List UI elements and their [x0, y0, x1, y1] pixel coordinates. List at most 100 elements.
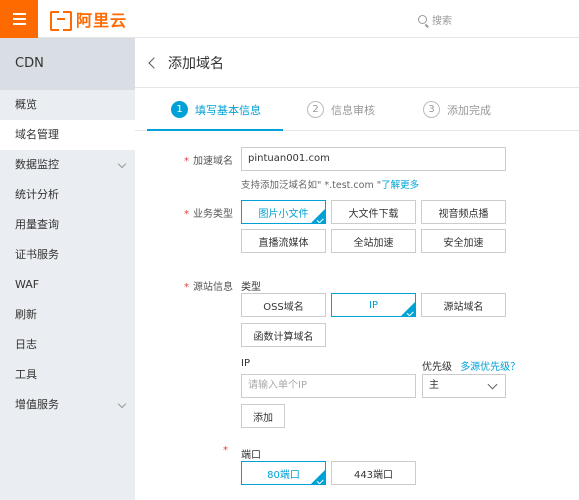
main-content: 添加域名 1 填写基本信息 2 信息审核 3 添加完成 * 加速域名 pintua…	[135, 38, 579, 500]
step-2: 2 信息审核	[307, 101, 375, 118]
sidebar-item-data-monitoring[interactable]: 数据监控	[0, 150, 135, 180]
search-label: 搜索	[432, 16, 452, 27]
port-option-80[interactable]: 80端口	[241, 461, 326, 485]
check-icon	[316, 215, 324, 223]
step-number: 3	[423, 101, 440, 118]
port-option-443[interactable]: 443端口	[331, 461, 416, 485]
sidebar-item-refresh[interactable]: 刷新	[0, 300, 135, 330]
sidebar-item-label: 概览	[15, 98, 37, 111]
option-label: 源站域名	[443, 301, 484, 313]
domain-hint: 支持添加泛域名如" *.test.com "了解更多	[241, 177, 419, 191]
aliyun-logo-icon	[50, 11, 72, 31]
sidebar-item-label: 域名管理	[15, 128, 59, 141]
sidebar-item-label: 刷新	[15, 308, 37, 321]
chevron-down-icon	[487, 379, 498, 390]
domain-label-text: 加速域名	[193, 156, 233, 167]
sidebar-item-label: 工具	[15, 368, 37, 381]
search-icon	[418, 15, 427, 24]
active-step-underline	[147, 129, 283, 131]
sidebar-item-statistics[interactable]: 统计分析	[0, 180, 135, 210]
sidebar-item-overview[interactable]: 概览	[0, 90, 135, 120]
sidebar: CDN 概览 域名管理 数据监控 统计分析 用量查询 证书服务 WAF 刷新 日…	[0, 38, 135, 500]
required-mark: *	[184, 156, 189, 167]
business-option-secure[interactable]: 安全加速	[421, 229, 506, 253]
chevron-down-icon	[117, 159, 127, 169]
sidebar-item-usage[interactable]: 用量查询	[0, 210, 135, 240]
step-1: 1 填写基本信息	[171, 101, 261, 118]
chevron-down-icon	[117, 399, 127, 409]
logo[interactable]: 阿里云	[50, 9, 128, 31]
sidebar-item-label: WAF	[15, 278, 40, 291]
back-arrow-icon[interactable]	[148, 56, 160, 69]
option-label: 安全加速	[443, 237, 484, 249]
option-label: OSS域名	[263, 301, 304, 313]
required-mark: *	[184, 209, 189, 220]
business-option-live-streaming[interactable]: 直播流媒体	[241, 229, 326, 253]
port-required-mark: *	[135, 445, 233, 456]
option-label: 函数计算域名	[253, 331, 314, 343]
option-label: 图片小文件	[258, 208, 309, 220]
priority-select[interactable]: 主	[422, 374, 506, 398]
step-label: 信息审核	[331, 103, 375, 117]
page-header: 添加域名	[135, 38, 579, 88]
business-option-large-file-download[interactable]: 大文件下载	[331, 200, 416, 224]
logo-text: 阿里云	[76, 11, 128, 30]
step-number: 2	[307, 101, 324, 118]
required-mark: *	[223, 445, 228, 456]
multi-origin-priority-link[interactable]: 多源优先级？	[460, 362, 520, 373]
learn-more-link[interactable]: 了解更多	[381, 180, 419, 191]
origin-info-label: * 源站信息	[143, 278, 233, 293]
ip-label: IP	[241, 358, 250, 369]
step-number: 1	[171, 101, 188, 118]
add-ip-button[interactable]: 添加	[241, 404, 285, 428]
option-label: IP	[369, 299, 378, 311]
menu-icon[interactable]	[0, 0, 38, 38]
sidebar-item-waf[interactable]: WAF	[0, 270, 135, 300]
option-label: 视音频点播	[438, 208, 489, 220]
sidebar-item-tools[interactable]: 工具	[0, 360, 135, 390]
sidebar-item-label: 统计分析	[15, 188, 59, 201]
origin-type-domain[interactable]: 源站域名	[421, 293, 506, 317]
required-mark: *	[184, 282, 189, 293]
check-icon	[406, 308, 414, 316]
origin-type-ip[interactable]: IP	[331, 293, 416, 317]
option-label: 全站加速	[353, 237, 394, 249]
step-label: 添加完成	[447, 103, 491, 117]
step-indicator: 1 填写基本信息 2 信息审核 3 添加完成	[135, 88, 579, 131]
option-label: 直播流媒体	[258, 237, 309, 249]
sidebar-item-domain-management[interactable]: 域名管理	[0, 120, 135, 150]
option-label: 443端口	[353, 469, 394, 481]
port-label: 端口	[241, 450, 261, 461]
step-label: 填写基本信息	[195, 103, 261, 117]
check-icon	[316, 476, 324, 484]
option-label: 大文件下载	[348, 208, 399, 220]
search-button[interactable]: 搜索	[418, 12, 452, 27]
sidebar-item-certificates[interactable]: 证书服务	[0, 240, 135, 270]
sidebar-item-label: 增值服务	[15, 398, 59, 411]
sidebar-item-label: 用量查询	[15, 218, 59, 231]
sidebar-item-logs[interactable]: 日志	[0, 330, 135, 360]
page-title: 添加域名	[168, 55, 224, 72]
sidebar-title: CDN	[0, 38, 135, 90]
sidebar-item-label: 日志	[15, 338, 37, 351]
sidebar-item-value-added[interactable]: 增值服务	[0, 390, 135, 420]
origin-info-label-text: 源站信息	[193, 282, 233, 293]
origin-type-oss[interactable]: OSS域名	[241, 293, 326, 317]
domain-input[interactable]: pintuan001.com	[241, 147, 506, 171]
business-option-image-small-file[interactable]: 图片小文件	[241, 200, 326, 224]
priority-label: 优先级 多源优先级？	[422, 358, 520, 373]
ip-input[interactable]: 请输入单个IP	[241, 374, 416, 398]
origin-type-label: 类型	[241, 282, 261, 293]
business-option-vod[interactable]: 视音频点播	[421, 200, 506, 224]
step-3: 3 添加完成	[423, 101, 491, 118]
sidebar-item-label: 数据监控	[15, 158, 59, 171]
business-type-label: * 业务类型	[143, 205, 233, 220]
option-label: 80端口	[267, 469, 300, 481]
origin-type-function-compute[interactable]: 函数计算域名	[241, 323, 326, 347]
business-type-label-text: 业务类型	[193, 209, 233, 220]
business-option-full-site[interactable]: 全站加速	[331, 229, 416, 253]
domain-label: * 加速域名	[143, 152, 233, 167]
priority-label-text: 优先级	[422, 362, 452, 373]
top-bar: 阿里云 搜索	[0, 0, 579, 38]
priority-value: 主	[429, 380, 439, 391]
